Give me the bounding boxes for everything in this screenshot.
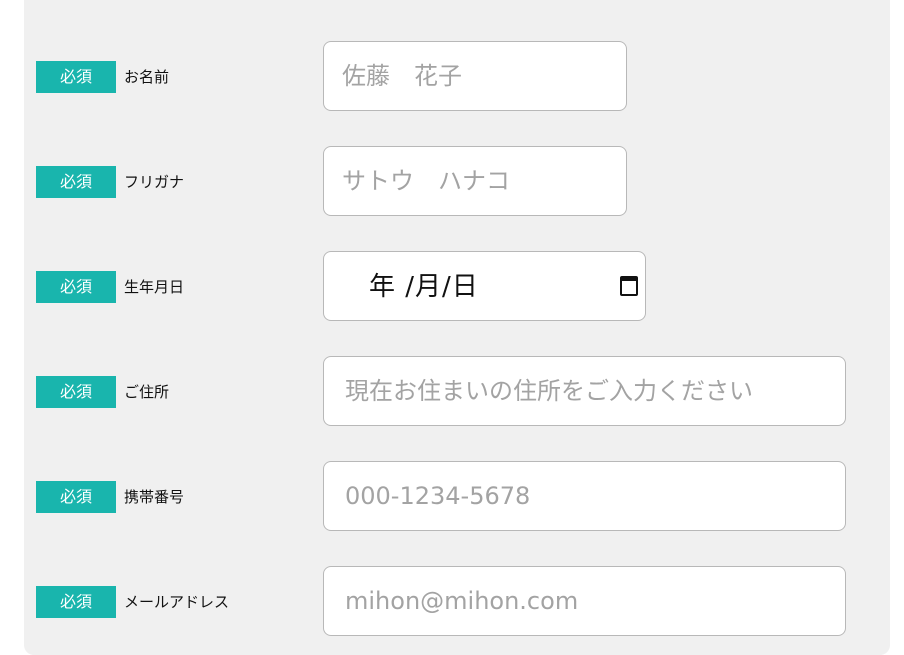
birthdate-label: 生年月日 — [124, 278, 185, 296]
date-display: 年 /月/日 — [369, 272, 479, 302]
required-badge: 必須 — [36, 166, 116, 198]
form-row-address: 必須 ご住所 — [24, 356, 890, 428]
registration-form: 必須 お名前 必須 フリガナ 必須 生年月日 年 /月/日 必須 ご住所 必須 … — [24, 0, 890, 655]
address-input[interactable] — [323, 356, 846, 426]
form-row-email: 必須 メールアドレス — [24, 566, 890, 638]
address-label: ご住所 — [124, 383, 170, 401]
name-input[interactable] — [323, 41, 627, 111]
email-label: メールアドレス — [124, 593, 230, 611]
form-row-name: 必須 お名前 — [24, 41, 890, 113]
phone-input[interactable] — [323, 461, 846, 531]
required-badge: 必須 — [36, 376, 116, 408]
birthdate-input[interactable]: 年 /月/日 — [323, 251, 646, 321]
name-label: お名前 — [124, 68, 170, 86]
form-row-birthdate: 必須 生年月日 年 /月/日 — [24, 251, 890, 323]
required-badge: 必須 — [36, 586, 116, 618]
form-row-phone: 必須 携帯番号 — [24, 461, 890, 533]
phone-label: 携帯番号 — [124, 488, 185, 506]
required-badge: 必須 — [36, 271, 116, 303]
required-badge: 必須 — [36, 481, 116, 513]
furigana-label: フリガナ — [124, 173, 185, 191]
required-badge: 必須 — [36, 61, 116, 93]
form-row-furigana: 必須 フリガナ — [24, 146, 890, 218]
email-input[interactable] — [323, 566, 846, 636]
calendar-icon[interactable] — [620, 276, 638, 296]
furigana-input[interactable] — [323, 146, 627, 216]
